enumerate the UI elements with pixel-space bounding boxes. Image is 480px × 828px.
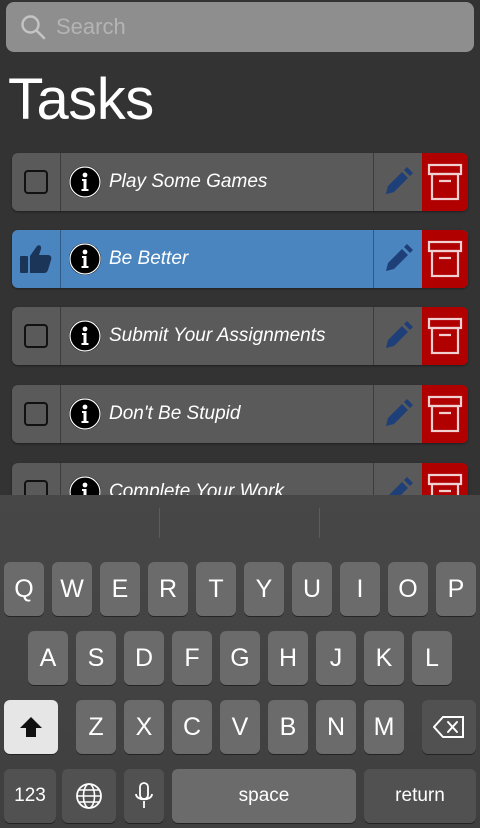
task-archive-button[interactable] — [422, 153, 468, 211]
key-f[interactable]: F — [172, 631, 212, 685]
key-b[interactable]: B — [268, 700, 308, 754]
key-q[interactable]: Q — [4, 562, 44, 616]
key-p[interactable]: P — [436, 562, 476, 616]
key-o[interactable]: O — [388, 562, 428, 616]
key-m[interactable]: M — [364, 700, 404, 754]
key-l[interactable]: L — [412, 631, 452, 685]
info-icon — [69, 243, 101, 275]
task-title: Be Better — [109, 230, 374, 288]
task-checkbox[interactable] — [12, 153, 61, 211]
key-n[interactable]: N — [316, 700, 356, 754]
checkbox-icon — [24, 170, 48, 194]
search-bar[interactable] — [6, 2, 474, 52]
return-key[interactable]: return — [364, 769, 476, 823]
pencil-icon — [386, 399, 413, 426]
backspace-icon — [433, 716, 464, 738]
task-info-button[interactable] — [61, 385, 109, 443]
key-u[interactable]: U — [292, 562, 332, 616]
suggestion-divider — [319, 508, 320, 538]
task-info-button[interactable] — [61, 307, 109, 365]
key-k[interactable]: K — [364, 631, 404, 685]
task-checkbox[interactable] — [12, 307, 61, 365]
key-g[interactable]: G — [220, 631, 260, 685]
shift-arrow-icon — [20, 717, 42, 737]
suggestion-bar — [0, 495, 480, 551]
shift-key[interactable] — [4, 700, 58, 754]
task-row[interactable]: Play Some Games — [12, 153, 468, 211]
key-d[interactable]: D — [124, 631, 164, 685]
suggestion-divider — [159, 508, 160, 538]
task-edit-button[interactable] — [374, 385, 422, 443]
task-row[interactable]: Submit Your Assignments — [12, 307, 468, 365]
task-edit-button[interactable] — [374, 230, 422, 288]
task-edit-button[interactable] — [374, 307, 422, 365]
archive-box-icon — [427, 163, 463, 201]
task-archive-button[interactable] — [422, 307, 468, 365]
checkbox-icon — [24, 324, 48, 348]
task-row[interactable]: Don't Be Stupid — [12, 385, 468, 443]
info-icon — [69, 166, 101, 198]
task-title: Play Some Games — [109, 153, 374, 211]
key-v[interactable]: V — [220, 700, 260, 754]
key-r[interactable]: R — [148, 562, 188, 616]
microphone-icon — [135, 782, 153, 808]
key-a[interactable]: A — [28, 631, 68, 685]
checkbox-icon — [24, 402, 48, 426]
archive-box-icon — [427, 317, 463, 355]
info-icon — [69, 320, 101, 352]
task-info-button[interactable] — [61, 230, 109, 288]
pencil-icon — [386, 321, 413, 348]
space-key[interactable]: space — [172, 769, 356, 823]
key-z[interactable]: Z — [76, 700, 116, 754]
task-row[interactable]: Be Better — [12, 230, 468, 288]
page-title: Tasks — [8, 67, 154, 132]
key-i[interactable]: I — [340, 562, 380, 616]
numbers-key[interactable]: 123 — [4, 769, 56, 823]
delete-key[interactable] — [422, 700, 476, 754]
key-s[interactable]: S — [76, 631, 116, 685]
info-icon — [69, 398, 101, 430]
task-checkbox[interactable] — [12, 230, 61, 288]
key-x[interactable]: X — [124, 700, 164, 754]
thumbs-up-icon — [20, 245, 52, 273]
keyboard: Q W E R T Y U I O P A S D F G H J K L Z … — [0, 495, 480, 828]
task-archive-button[interactable] — [422, 230, 468, 288]
key-y[interactable]: Y — [244, 562, 284, 616]
pencil-icon — [386, 244, 413, 271]
search-icon — [21, 15, 46, 40]
globe-key[interactable] — [62, 769, 116, 823]
key-w[interactable]: W — [52, 562, 92, 616]
key-t[interactable]: T — [196, 562, 236, 616]
search-input[interactable] — [56, 14, 436, 40]
task-info-button[interactable] — [61, 153, 109, 211]
archive-box-icon — [427, 395, 463, 433]
globe-icon — [76, 783, 102, 809]
task-edit-button[interactable] — [374, 153, 422, 211]
task-checkbox[interactable] — [12, 385, 61, 443]
key-e[interactable]: E — [100, 562, 140, 616]
task-title: Don't Be Stupid — [109, 385, 374, 443]
key-c[interactable]: C — [172, 700, 212, 754]
archive-box-icon — [427, 240, 463, 278]
dictation-key[interactable] — [124, 769, 164, 823]
pencil-icon — [386, 167, 413, 194]
task-archive-button[interactable] — [422, 385, 468, 443]
key-h[interactable]: H — [268, 631, 308, 685]
key-j[interactable]: J — [316, 631, 356, 685]
task-title: Submit Your Assignments — [109, 307, 374, 365]
